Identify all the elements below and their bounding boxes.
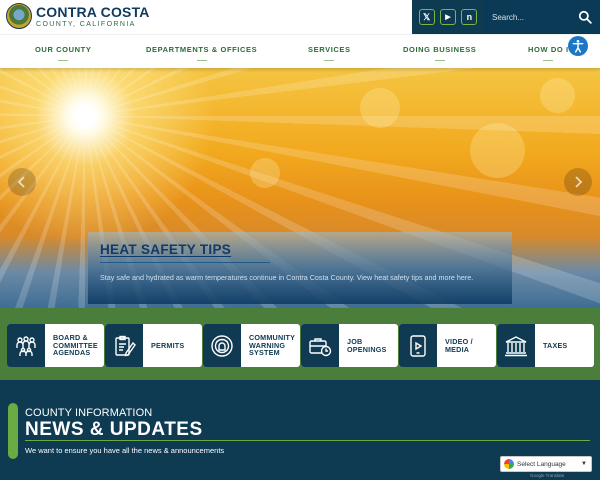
- hero-caption: HEAT SAFETY TIPS Stay safe and hydrated …: [88, 232, 512, 304]
- bokeh-light: [360, 88, 400, 128]
- youtube-icon[interactable]: ▶: [439, 9, 456, 25]
- bokeh-light: [470, 123, 525, 178]
- alert-siren-icon: [203, 324, 241, 367]
- hero-text-link[interactable]: Stay safe and hydrated as warm temperatu…: [100, 273, 473, 282]
- x-twitter-icon[interactable]: 𝕏: [418, 9, 435, 25]
- quick-link-label: TAXES: [543, 340, 568, 350]
- quick-link-warning-system[interactable]: COMMUNITY WARNING SYSTEM: [203, 324, 300, 367]
- briefcase-clock-icon: [301, 324, 339, 367]
- google-icon: [504, 459, 514, 469]
- powered-by-google: Google Translate: [530, 473, 565, 478]
- quick-link-video-media[interactable]: VIDEO / MEDIA: [399, 324, 496, 367]
- news-title: NEWS & UPDATES: [25, 419, 203, 440]
- slider-next-button[interactable]: [564, 168, 592, 196]
- nav-item-doing-business[interactable]: DOING BUSINESS: [403, 45, 476, 61]
- bokeh-light: [250, 158, 280, 188]
- slider-prev-button[interactable]: [8, 168, 36, 196]
- nav-item-services[interactable]: SERVICES: [308, 45, 351, 61]
- divider: [100, 262, 270, 263]
- language-select-label: Select Language: [517, 460, 566, 468]
- clipboard-pencil-icon: [105, 324, 143, 367]
- nextdoor-icon[interactable]: n: [461, 9, 478, 25]
- quick-link-taxes[interactable]: TAXES: [497, 324, 594, 367]
- quick-link-job-openings[interactable]: JOB OPENINGS: [301, 324, 398, 367]
- site-header: CONTRA COSTA COUNTY, CALIFORNIA 𝕏 ▶ n: [0, 0, 600, 34]
- quick-links: BOARD & COMMITTEE AGENDAS PERMITS COMMUN…: [0, 308, 600, 380]
- nav-item-departments[interactable]: DEPARTMENTS & OFFICES: [146, 45, 257, 61]
- accent-bar: [8, 403, 18, 459]
- search-icon[interactable]: [578, 10, 592, 24]
- search-input[interactable]: [492, 12, 572, 22]
- news-kicker: COUNTY INFORMATION: [25, 407, 153, 419]
- nav-item-our-county[interactable]: OUR COUNTY: [35, 45, 91, 61]
- hero-title-link[interactable]: HEAT SAFETY TIPS: [100, 242, 231, 257]
- logo-subtitle: COUNTY, CALIFORNIA: [36, 20, 136, 28]
- chevron-right-icon: [575, 176, 583, 188]
- chevron-down-icon: ▼: [581, 461, 587, 467]
- people-icon: [7, 324, 45, 367]
- quick-link-board-agendas[interactable]: BOARD & COMMITTEE AGENDAS: [7, 324, 104, 367]
- county-logo[interactable]: CONTRA COSTA COUNTY, CALIFORNIA: [6, 3, 150, 29]
- county-seal-icon: [6, 3, 32, 29]
- search-box: [484, 0, 600, 34]
- accessibility-icon[interactable]: [568, 36, 588, 56]
- divider: [25, 440, 590, 441]
- quick-link-permits[interactable]: PERMITS: [105, 324, 202, 367]
- tablet-play-icon: [399, 324, 437, 367]
- quick-link-label: PERMITS: [151, 340, 185, 350]
- quick-link-label: COMMUNITY WARNING SYSTEM: [249, 332, 295, 358]
- bokeh-light: [540, 78, 575, 113]
- logo-title: CONTRA COSTA: [36, 3, 150, 20]
- quick-link-label: VIDEO / MEDIA: [445, 336, 473, 354]
- quick-link-label: JOB OPENINGS: [347, 336, 387, 354]
- hero-slider: HEAT SAFETY TIPS Stay safe and hydrated …: [0, 68, 600, 308]
- news-subtitle: We want to ensure you have all the news …: [25, 446, 225, 455]
- quick-link-label: BOARD & COMMITTEE AGENDAS: [53, 332, 98, 358]
- main-nav: OUR COUNTY DEPARTMENTS & OFFICES SERVICE…: [0, 34, 600, 68]
- nav-item-how-do-i[interactable]: HOW DO I: [528, 45, 569, 61]
- language-select[interactable]: Select Language ▼: [500, 456, 592, 472]
- social-links: 𝕏 ▶ n: [412, 0, 484, 34]
- bank-icon: [497, 324, 535, 367]
- chevron-left-icon: [17, 176, 25, 188]
